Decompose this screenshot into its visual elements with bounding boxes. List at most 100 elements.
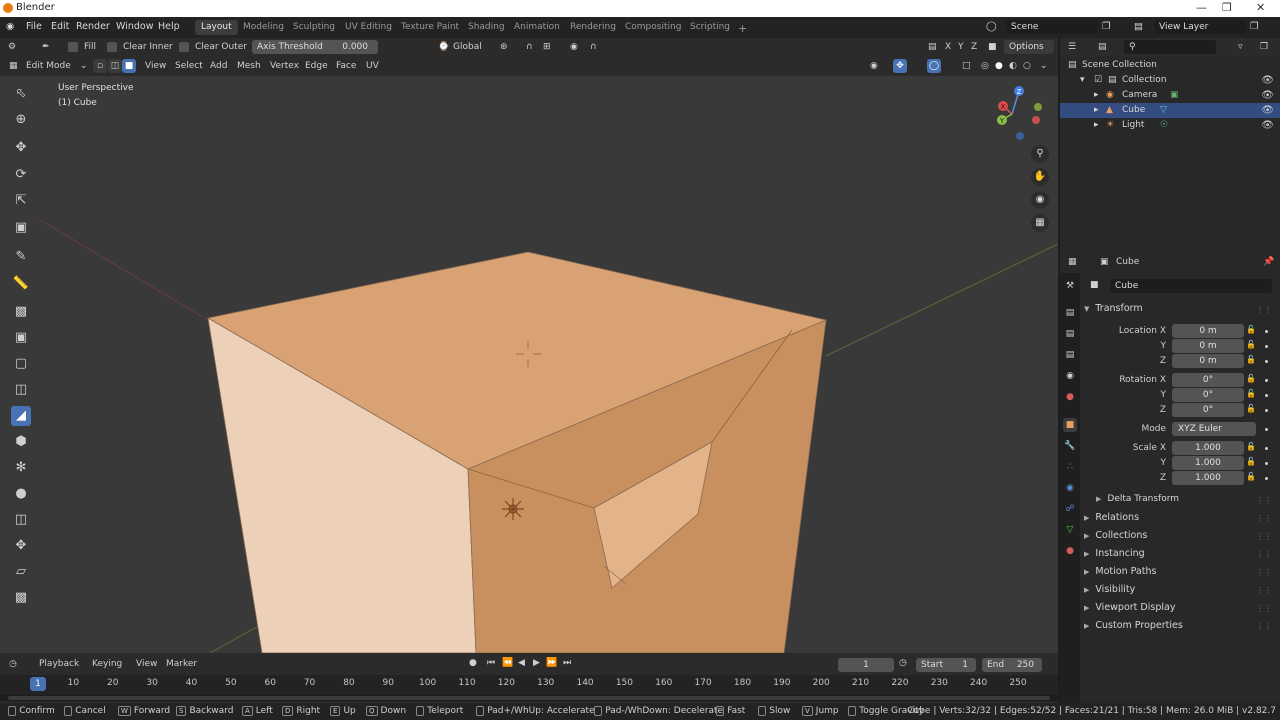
drag-handle-icon[interactable]: ⋮⋮ xyxy=(1256,496,1272,505)
constraints-tab-icon[interactable]: ☍ xyxy=(1063,502,1077,516)
object-name-field[interactable]: Cube xyxy=(1110,279,1272,293)
menu-edit[interactable]: Edit xyxy=(51,21,69,32)
render-tab-icon[interactable]: ▤ xyxy=(1063,306,1077,320)
lock-icon[interactable]: 🔓 xyxy=(1246,355,1256,364)
rotate-tool-icon[interactable]: ⟳ xyxy=(11,165,31,185)
clear-inner-checkbox[interactable] xyxy=(107,42,117,52)
annotate-tool-icon[interactable]: ✎ xyxy=(11,247,31,267)
add-workspace-button[interactable]: + xyxy=(732,20,753,35)
tab-scripting[interactable]: Scripting xyxy=(684,20,736,35)
keyframe-dot[interactable] xyxy=(1265,345,1268,348)
rotation-x-field[interactable]: 0° xyxy=(1172,373,1244,387)
eye-icon[interactable]: 👁 xyxy=(1261,105,1274,116)
menu-view[interactable]: View xyxy=(145,61,166,71)
expand-chevron-right-icon[interactable]: ▸ xyxy=(1094,105,1099,115)
menu-timeline-view[interactable]: View xyxy=(136,659,157,669)
custom-properties-panel-header[interactable]: ▶ Custom Properties xyxy=(1084,620,1183,631)
clock-icon[interactable]: ◷ xyxy=(899,658,907,668)
menu-file[interactable]: File xyxy=(26,21,42,32)
drag-handle-icon[interactable]: ⋮⋮ xyxy=(1256,622,1272,631)
drag-handle-icon[interactable]: ⋮⋮ xyxy=(1256,305,1272,314)
new-view-layer-icon[interactable]: ❐ xyxy=(1250,21,1259,32)
menu-edge[interactable]: Edge xyxy=(305,61,328,71)
spin-tool-icon[interactable]: ✻ xyxy=(11,458,31,478)
relations-panel-header[interactable]: ▶ Relations xyxy=(1084,512,1139,523)
outliner-row-light[interactable]: ▸ ☀ Light ☉ 👁 xyxy=(1060,118,1280,133)
lock-icon[interactable]: 🔓 xyxy=(1246,340,1256,349)
light-data-icon[interactable]: ☉ xyxy=(1160,120,1168,130)
menu-window[interactable]: Window xyxy=(116,21,153,32)
minimize-icon[interactable]: — xyxy=(1196,1,1207,14)
display-mode-icon[interactable]: ▤ xyxy=(1098,42,1107,52)
drag-handle-icon[interactable]: ⋮⋮ xyxy=(1256,514,1272,523)
current-frame-field[interactable]: 1 xyxy=(838,658,894,672)
eye-icon[interactable]: 👁 xyxy=(1261,90,1274,101)
keyframe-dot[interactable] xyxy=(1265,477,1268,480)
tab-compositing[interactable]: Compositing xyxy=(619,20,687,35)
camera-view-icon[interactable]: ◉ xyxy=(1031,191,1049,209)
start-frame-field[interactable]: Start 1 xyxy=(916,658,976,672)
lock-icon[interactable]: 🔓 xyxy=(1246,457,1256,466)
solid-shading-icon[interactable]: ● xyxy=(995,61,1003,71)
tab-sculpting[interactable]: Sculpting xyxy=(287,20,341,35)
move-tool-icon[interactable]: ✥ xyxy=(11,138,31,158)
viewport-display-panel-header[interactable]: ▶ Viewport Display xyxy=(1084,602,1175,613)
play-icon[interactable]: ▶ xyxy=(533,658,540,668)
eye-icon[interactable]: 👁 xyxy=(1261,75,1274,86)
keyframe-dot[interactable] xyxy=(1265,379,1268,382)
location-y-field[interactable]: 0 m xyxy=(1172,339,1244,353)
tab-texture-paint[interactable]: Texture Paint xyxy=(395,20,465,35)
lock-icon[interactable]: 🔓 xyxy=(1246,404,1256,413)
jump-end-icon[interactable]: ⏭ xyxy=(563,658,571,668)
tool-tab-icon[interactable]: ⚒ xyxy=(1063,279,1077,293)
lock-icon[interactable]: 🔓 xyxy=(1246,442,1256,451)
keyframe-dot[interactable] xyxy=(1265,447,1268,450)
tab-layout[interactable]: Layout xyxy=(195,20,238,35)
keyframe-dot[interactable] xyxy=(1265,428,1268,431)
filter-icon[interactable]: ▿ xyxy=(1238,42,1243,52)
select-tool-icon[interactable]: ⬁ xyxy=(11,84,31,104)
rendered-shading-icon[interactable]: ○ xyxy=(1023,61,1031,71)
menu-help[interactable]: Help xyxy=(158,21,180,32)
scale-x-field[interactable]: 1.000 xyxy=(1172,441,1244,455)
pin-icon[interactable]: 📌 xyxy=(1263,257,1274,267)
gizmo-toggle-icon[interactable]: ✥ xyxy=(893,59,907,73)
tab-rendering[interactable]: Rendering xyxy=(564,20,622,35)
menu-mesh[interactable]: Mesh xyxy=(237,61,261,71)
scale-z-field[interactable]: 1.000 xyxy=(1172,471,1244,485)
menu-face[interactable]: Face xyxy=(336,61,356,71)
zoom-icon[interactable]: ⚲ xyxy=(1031,145,1049,163)
light-object-icon[interactable] xyxy=(502,498,524,520)
proportional-edit-icon[interactable]: ◉ xyxy=(570,42,578,52)
new-scene-icon[interactable]: ❐ xyxy=(1102,21,1111,32)
shading-chevron-down-icon[interactable]: ⌄ xyxy=(1040,61,1048,71)
keyframe-dot[interactable] xyxy=(1265,360,1268,363)
inset-tool-icon[interactable]: ▣ xyxy=(11,328,31,348)
scene-icon[interactable]: ◯ xyxy=(986,21,997,32)
scene-selector[interactable]: Scene xyxy=(1006,20,1098,34)
loop-cut-tool-icon[interactable]: ◫ xyxy=(11,380,31,400)
drag-handle-icon[interactable]: ⋮⋮ xyxy=(1256,586,1272,595)
outliner-search-input[interactable]: ⚲ xyxy=(1124,40,1216,54)
wireframe-shading-icon[interactable]: ◎ xyxy=(981,61,989,71)
play-reverse-icon[interactable]: ◀ xyxy=(518,658,525,668)
timeline-editor-icon[interactable]: ◷ xyxy=(9,659,17,669)
cursor-tool-icon[interactable]: ⊕ xyxy=(11,110,31,130)
mirror-x-toggle[interactable]: X xyxy=(945,42,951,52)
editor-type-icon[interactable]: ◉ xyxy=(6,21,14,32)
tab-animation[interactable]: Animation xyxy=(508,20,566,35)
delta-transform-subpanel[interactable]: ▶ Delta Transform xyxy=(1096,494,1179,504)
tab-modeling[interactable]: Modeling xyxy=(237,20,290,35)
poly-build-tool-icon[interactable]: ⬢ xyxy=(11,432,31,452)
vertex-select-icon[interactable]: ▫ xyxy=(93,59,107,73)
view-layer-icon[interactable]: ▤ xyxy=(1134,21,1143,32)
expand-chevron-right-icon[interactable]: ▸ xyxy=(1094,90,1099,100)
expand-chevron-down-icon[interactable]: ▾ xyxy=(1080,75,1085,85)
camera-data-icon[interactable]: ▣ xyxy=(1170,90,1179,100)
location-z-field[interactable]: 0 m xyxy=(1172,354,1244,368)
physics-tab-icon[interactable]: ◉ xyxy=(1063,481,1077,495)
transform-panel-header[interactable]: ▼ Transform xyxy=(1084,303,1143,314)
scale-y-field[interactable]: 1.000 xyxy=(1172,456,1244,470)
keyframe-dot[interactable] xyxy=(1265,330,1268,333)
perspective-grid-icon[interactable]: ▦ xyxy=(1031,214,1049,232)
